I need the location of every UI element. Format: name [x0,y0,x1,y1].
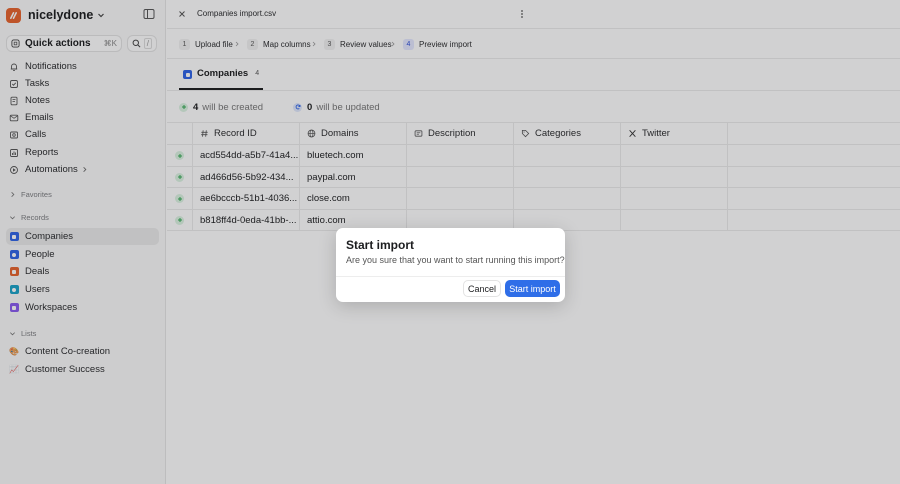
dialog-message: Are you sure that you want to start runn… [346,255,565,265]
dialog-divider [336,276,565,277]
cancel-button[interactable]: Cancel [463,280,501,297]
start-import-dialog: Start import Are you sure that you want … [336,228,565,302]
start-import-button[interactable]: Start import [505,280,560,297]
dialog-title: Start import [346,238,415,252]
